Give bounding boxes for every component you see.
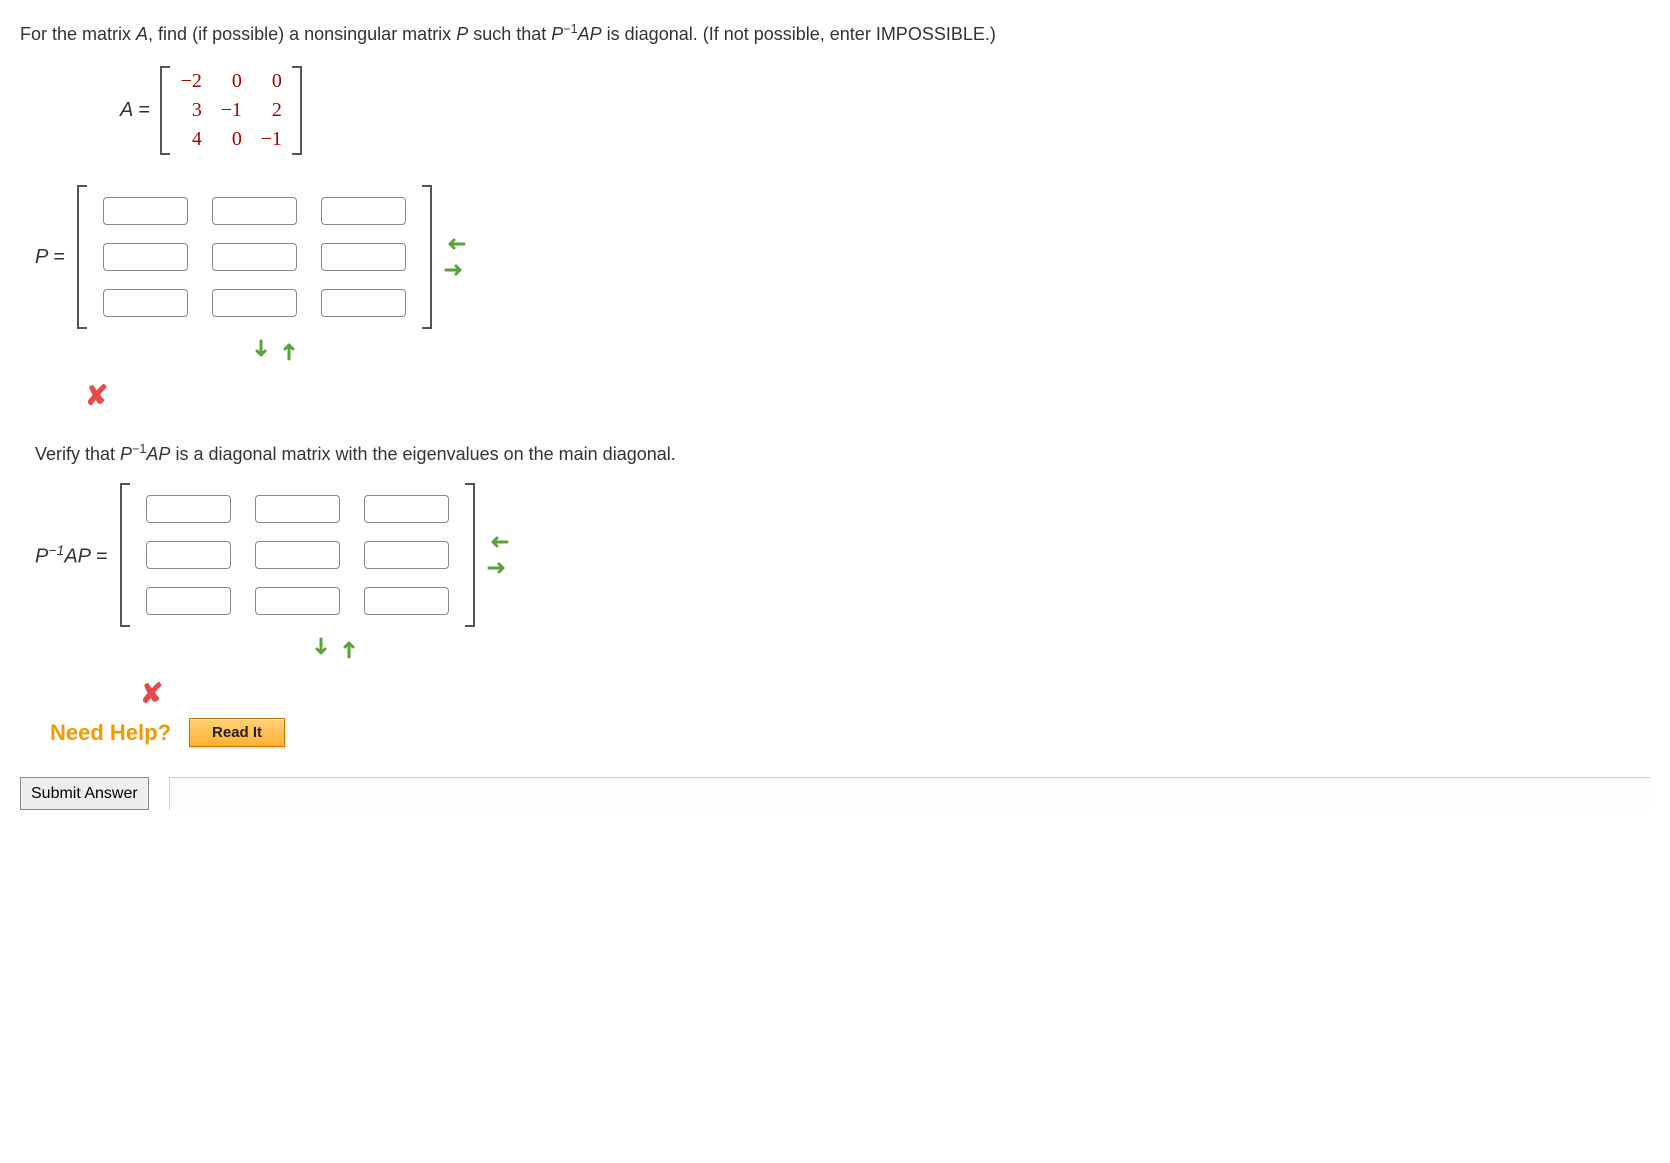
matrix-A-cell: 0	[260, 70, 282, 93]
matrix-D-cell-input[interactable]	[146, 587, 231, 615]
expr-sup: −1	[132, 442, 146, 456]
read-it-button[interactable]: Read It	[189, 718, 285, 747]
bracket-left	[120, 483, 130, 627]
matrix-A-cell: 0	[220, 70, 242, 93]
matrix-P-cell-input[interactable]	[212, 197, 297, 225]
expr-AP: AP	[578, 24, 602, 44]
matrix-A-cell: 3	[180, 99, 202, 122]
matrix-A-label: A =	[120, 99, 150, 122]
matrix-P-cell-input[interactable]	[212, 289, 297, 317]
matrix-P-cell-input[interactable]	[321, 243, 406, 271]
expr-AP: AP	[146, 444, 170, 464]
matrix-P-cell-input[interactable]	[103, 197, 188, 225]
matrix-A-cell: 4	[180, 128, 202, 151]
expr-P: P	[551, 24, 563, 44]
matrix-P-cell-input[interactable]	[321, 197, 406, 225]
question-prompt: For the matrix A, find (if possible) a n…	[20, 20, 1650, 48]
matrix-D-cell-input[interactable]	[255, 587, 340, 615]
feedback-area	[169, 777, 1650, 810]
submit-answer-button[interactable]: Submit Answer	[20, 777, 149, 810]
prompt-text: , find (if possible) a nonsingular matri…	[148, 24, 456, 44]
bracket-left	[160, 66, 170, 155]
verify-text-after: is a diagonal matrix with the eigenvalue…	[170, 444, 675, 464]
remove-column-button[interactable]	[487, 531, 509, 553]
verify-prompt: Verify that P−1AP is a diagonal matrix w…	[35, 442, 1650, 465]
matrix-A-display: A = −2 0 0 3 −1 2 4 0 −1	[120, 66, 1650, 155]
matrix-D-cell-input[interactable]	[364, 541, 449, 569]
expr-sup: −1	[563, 22, 577, 36]
matrix-P-cell-input[interactable]	[212, 243, 297, 271]
matrix-P-cell-input[interactable]	[321, 289, 406, 317]
add-column-button[interactable]	[444, 259, 466, 281]
bracket-right	[465, 483, 475, 627]
matrix-D-cell-input[interactable]	[364, 587, 449, 615]
remove-row-button[interactable]	[278, 339, 300, 361]
remove-column-button[interactable]	[444, 233, 466, 255]
matrix-D-cell-input[interactable]	[364, 495, 449, 523]
matrix-A-cell: 0	[220, 128, 242, 151]
matrix-D-cell-input[interactable]	[255, 541, 340, 569]
matrix-A-cell: 2	[260, 99, 282, 122]
add-column-button[interactable]	[487, 557, 509, 579]
matrix-D-cell-input[interactable]	[146, 495, 231, 523]
prompt-text: such that	[468, 24, 551, 44]
matrix-P-cell-input[interactable]	[103, 243, 188, 271]
bracket-right	[422, 185, 432, 329]
remove-row-button[interactable]	[338, 637, 360, 659]
matrix-D-label: P−1AP =	[35, 542, 108, 569]
var-A: A	[136, 24, 148, 44]
incorrect-icon: ✘	[140, 677, 1650, 710]
matrix-P-cell-input[interactable]	[103, 289, 188, 317]
matrix-A-cell: −1	[260, 128, 282, 151]
matrix-D-cell-input[interactable]	[146, 541, 231, 569]
bracket-left	[77, 185, 87, 329]
incorrect-icon: ✘	[85, 379, 1650, 412]
matrix-D-input-block: P−1AP =	[35, 483, 1650, 627]
verify-text-before: Verify that	[35, 444, 120, 464]
prompt-text: For the matrix	[20, 24, 136, 44]
matrix-D-cell-input[interactable]	[255, 495, 340, 523]
var-P: P	[456, 24, 468, 44]
add-row-button[interactable]	[310, 637, 332, 659]
matrix-A-cell: −1	[220, 99, 242, 122]
bracket-right	[292, 66, 302, 155]
need-help-label: Need Help?	[50, 720, 171, 746]
expr-P: P	[120, 444, 132, 464]
prompt-text: is diagonal. (If not possible, enter IMP…	[602, 24, 996, 44]
matrix-A-cell: −2	[180, 70, 202, 93]
add-row-button[interactable]	[250, 339, 272, 361]
matrix-P-input-block: P =	[35, 185, 1650, 329]
matrix-P-label: P =	[35, 246, 65, 269]
